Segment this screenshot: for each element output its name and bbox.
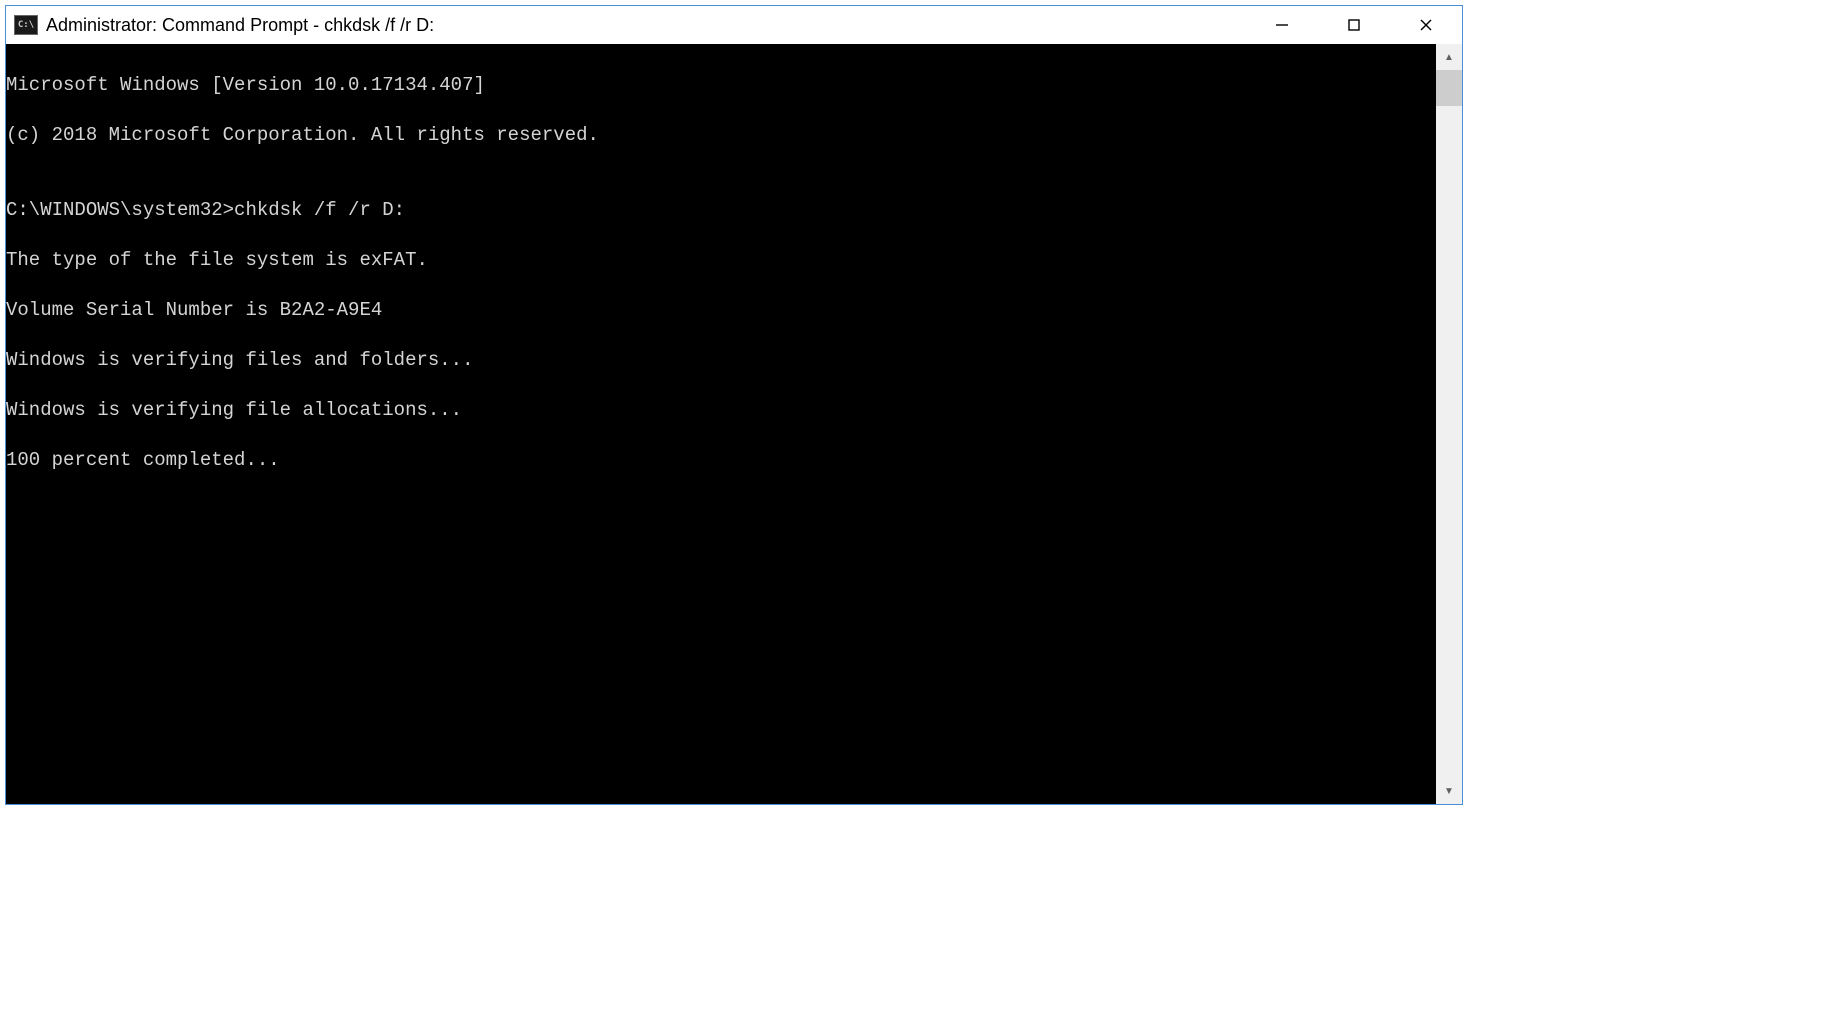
scroll-down-arrow[interactable]: ▼ [1436,778,1462,804]
cmd-icon: C:\ [14,15,38,35]
titlebar-left: C:\ Administrator: Command Prompt - chkd… [14,15,434,36]
scroll-track[interactable] [1436,70,1462,778]
console-line: Windows is verifying file allocations... [6,398,1436,423]
close-icon [1418,17,1434,33]
scroll-up-arrow[interactable]: ▲ [1436,44,1462,70]
console-line: Windows is verifying files and folders..… [6,348,1436,373]
minimize-icon [1274,17,1290,33]
console-prompt-line: C:\WINDOWS\system32>chkdsk /f /r D: [6,198,1436,223]
window-title: Administrator: Command Prompt - chkdsk /… [46,15,434,36]
console-line: Volume Serial Number is B2A2-A9E4 [6,298,1436,323]
console-line: Microsoft Windows [Version 10.0.17134.40… [6,73,1436,98]
titlebar[interactable]: C:\ Administrator: Command Prompt - chkd… [6,6,1462,44]
titlebar-buttons [1246,6,1462,44]
close-button[interactable] [1390,6,1462,44]
maximize-icon [1346,17,1362,33]
console-output[interactable]: Microsoft Windows [Version 10.0.17134.40… [6,44,1436,804]
vertical-scrollbar[interactable]: ▲ ▼ [1436,44,1462,804]
minimize-button[interactable] [1246,6,1318,44]
console-wrapper: Microsoft Windows [Version 10.0.17134.40… [6,44,1462,804]
scroll-thumb[interactable] [1436,70,1462,106]
console-line: 100 percent completed... [6,448,1436,473]
console-line: (c) 2018 Microsoft Corporation. All righ… [6,123,1436,148]
console-line: The type of the file system is exFAT. [6,248,1436,273]
command-prompt-window: C:\ Administrator: Command Prompt - chkd… [5,5,1463,805]
maximize-button[interactable] [1318,6,1390,44]
